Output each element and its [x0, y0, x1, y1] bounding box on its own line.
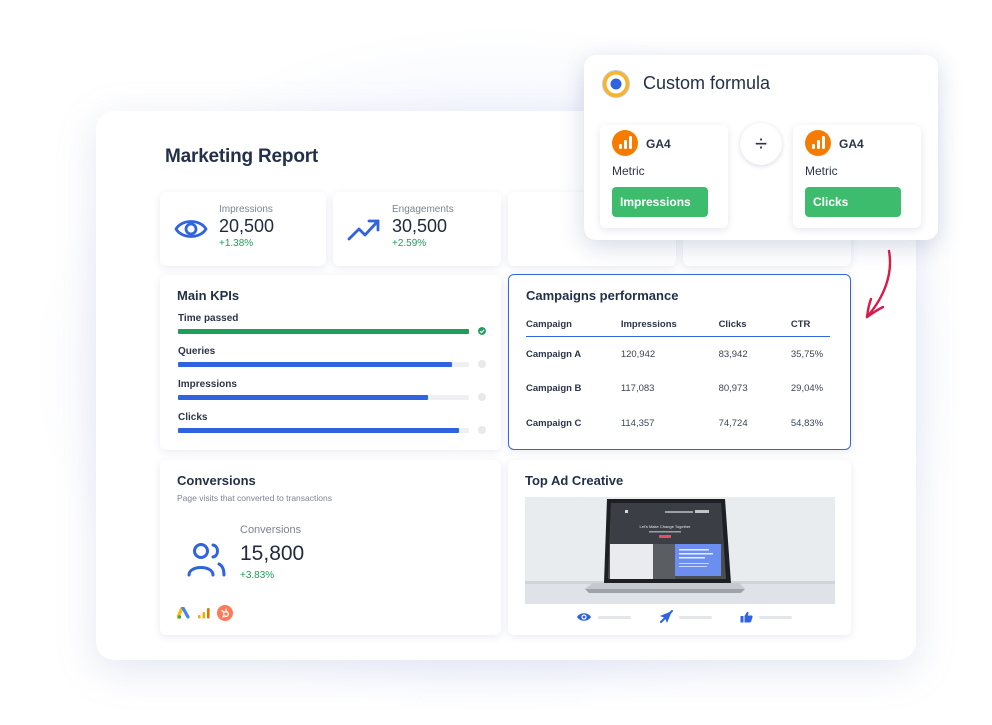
kpi-progress-track: [178, 395, 469, 400]
kpi-progress-track: [178, 362, 469, 367]
kpi-progress-fill: [178, 395, 429, 400]
report-title: Marketing Report: [165, 146, 319, 167]
ga4-icon: [612, 130, 638, 156]
thumbs-up-icon: [740, 611, 753, 623]
annotation-arrow-icon: [865, 249, 892, 319]
table-cell: 54,83%: [790, 417, 824, 429]
status-dot-icon: [478, 360, 486, 368]
operand-type-label: Metric: [805, 164, 838, 178]
laptop-mockup-image: Let's Make Change Together: [525, 497, 835, 604]
divide-operator-button[interactable]: ÷: [740, 123, 782, 165]
source-label: GA4: [839, 137, 864, 151]
table-row: Campaign B 117,083 80,973 29,04%: [526, 372, 830, 407]
stat-card-impressions[interactable]: Impressions 20,500 +1.38%: [160, 192, 326, 266]
main-kpis-card: Main KPIs Time passed Queries Impression…: [160, 275, 501, 450]
table-cell: 80,973: [718, 383, 748, 395]
top-ad-creative-card: Top Ad Creative Let's Make Change Togeth…: [508, 460, 851, 635]
table-header: Campaign Impressions Clicks CTR: [526, 319, 830, 337]
stat-value: 30,500: [392, 216, 448, 236]
kpi-row: Impressions: [178, 379, 488, 401]
google-analytics-icon: [198, 608, 210, 619]
stat-label: Impressions: [219, 204, 273, 215]
card-title: Campaigns performance: [526, 288, 679, 303]
table-cell: 114,357: [620, 417, 655, 429]
table-row: Campaign C 114,357 74,724 54,83%: [526, 406, 830, 441]
eye-icon: [577, 613, 591, 621]
table-cell: Campaign A: [526, 348, 582, 360]
stat-label: Engagements: [392, 204, 454, 215]
custom-formula-panel: Custom formula GA4 Metric Impressions ÷ …: [584, 55, 938, 240]
kpi-progress-track: [178, 329, 469, 334]
card-title: Main KPIs: [177, 288, 240, 303]
ad-stat-views: [576, 611, 631, 623]
metric-value: 15,800: [240, 542, 305, 565]
metric-label: Conversions: [240, 524, 302, 536]
eye-icon: [174, 220, 208, 238]
kpi-label: Time passed: [178, 313, 239, 324]
table-row: Campaign A 120,942 83,942 35,75%: [526, 337, 830, 372]
campaigns-performance-card[interactable]: Campaigns performance Campaign Impressio…: [508, 274, 851, 450]
status-dot-icon: [478, 393, 486, 401]
send-icon: [660, 610, 673, 623]
card-title: Conversions: [177, 473, 256, 488]
table-cell: 120,942: [620, 348, 656, 360]
stat-placeholder-bar: [598, 615, 631, 619]
column-header[interactable]: Campaign: [526, 319, 621, 336]
google-ads-icon: [177, 607, 190, 619]
table-cell: 83,942: [718, 348, 748, 360]
users-icon: [187, 543, 226, 577]
table-cell: Campaign C: [526, 417, 582, 429]
metric-select-clicks[interactable]: Clicks: [805, 187, 901, 217]
kpi-row: Queries: [178, 346, 488, 368]
status-dot-icon: [478, 426, 486, 434]
kpi-row: Clicks: [178, 412, 488, 434]
table-cell: 74,724: [718, 417, 748, 429]
kpi-label: Clicks: [178, 412, 208, 423]
operand-card-left[interactable]: GA4 Metric Impressions: [600, 125, 728, 228]
data-sources: [177, 605, 233, 621]
operand-type-label: Metric: [612, 164, 645, 178]
stat-card-engagements[interactable]: Engagements 30,500 +2.59%: [333, 192, 501, 266]
metric-select-impressions[interactable]: Impressions: [612, 187, 708, 217]
kpi-progress-fill: [178, 428, 459, 433]
operand-card-right[interactable]: GA4 Metric Clicks: [793, 125, 921, 228]
table-cell: 35,75%: [790, 348, 824, 360]
table-cell: Campaign B: [526, 383, 582, 395]
table-cell: 117,083: [620, 383, 655, 395]
stat-change: +1.38%: [219, 238, 254, 249]
stat-value: 20,500: [219, 216, 275, 236]
column-header[interactable]: Clicks: [719, 319, 791, 336]
trend-up-icon: [347, 219, 380, 241]
formula-target-icon: [602, 70, 630, 98]
column-header[interactable]: Impressions: [621, 319, 719, 336]
source-label: GA4: [646, 137, 671, 151]
kpi-label: Queries: [178, 346, 216, 357]
formula-title: Custom formula: [643, 73, 771, 93]
card-title: Top Ad Creative: [525, 473, 624, 488]
conversions-card: Conversions Page visits that converted t…: [160, 460, 501, 635]
table-cell: 29,04%: [790, 383, 824, 395]
hubspot-icon: [217, 605, 233, 621]
kpi-label: Impressions: [178, 379, 237, 390]
ad-creative-image[interactable]: Let's Make Change Together: [525, 497, 835, 604]
ad-stat-likes: [740, 611, 792, 623]
card-subtitle: Page visits that converted to transactio…: [177, 493, 332, 503]
screen-headline: Let's Make Change Together: [640, 524, 692, 529]
check-circle-icon: [478, 327, 486, 335]
ad-stats: [576, 610, 792, 624]
stat-change: +2.59%: [392, 238, 427, 249]
stat-placeholder-bar: [679, 615, 712, 619]
kpi-progress-fill: [178, 362, 452, 367]
metric-change: +3.83%: [240, 570, 275, 581]
ad-stat-clicks: [659, 610, 712, 624]
kpi-progress-fill: [178, 329, 469, 334]
column-header[interactable]: CTR: [791, 319, 830, 336]
stat-placeholder-bar: [759, 615, 792, 619]
kpi-progress-track: [178, 428, 469, 433]
campaigns-table: Campaign Impressions Clicks CTR Campaign…: [526, 319, 830, 441]
kpi-row: Time passed: [178, 313, 488, 335]
ga4-icon: [805, 130, 831, 156]
